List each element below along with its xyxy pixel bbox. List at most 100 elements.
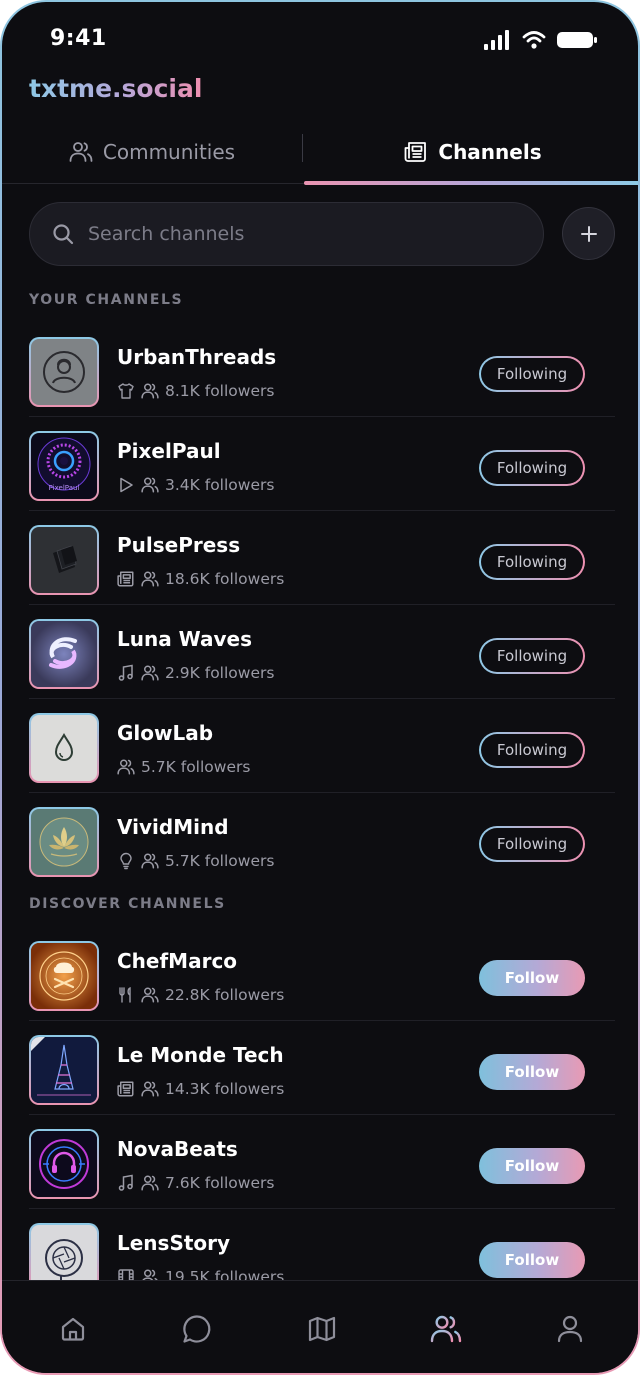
avatar (29, 337, 99, 407)
pulsepress-logo (53, 545, 77, 573)
channel-row-vividmind[interactable]: VividMind 5.7K followers Following (29, 793, 615, 887)
film-icon (117, 1268, 135, 1280)
pixelpaul-avatar-text: PixelPaul (48, 484, 80, 492)
channel-name: UrbanThreads (117, 345, 277, 369)
channel-meta: 7.6K followers (117, 1174, 274, 1192)
channel-name: PulsePress (117, 533, 241, 557)
tab-divider (302, 134, 303, 162)
following-button[interactable]: Following (479, 544, 585, 580)
nav-profile[interactable] (552, 1311, 588, 1347)
music-icon (117, 664, 135, 682)
follow-button[interactable]: Follow (479, 1148, 585, 1184)
avatar (29, 1223, 99, 1280)
following-button[interactable]: Following (479, 450, 585, 486)
channel-row-pixelpaul[interactable]: PixelPaul PixelPaul 3.4K followers Follo… (29, 417, 615, 511)
followers-count: 2.9K followers (165, 664, 275, 682)
channel-name: LensStory (117, 1231, 231, 1255)
following-button[interactable]: Following (479, 826, 585, 862)
channel-row-lensstory[interactable]: LensStory 19.5K followers Follow (29, 1209, 615, 1280)
search-bar[interactable] (29, 202, 544, 266)
tab-channels[interactable]: Channels (304, 122, 638, 182)
search-input[interactable] (88, 223, 488, 245)
nav-chat[interactable] (179, 1311, 215, 1347)
follow-button[interactable]: Follow (479, 1054, 585, 1090)
avatar (29, 1129, 99, 1199)
channel-name: Le Monde Tech (117, 1043, 284, 1067)
utensils-icon (117, 986, 135, 1004)
following-button[interactable]: Following (479, 638, 585, 674)
novabeats-logo (31, 1131, 97, 1197)
followers-count: 18.6K followers (165, 570, 285, 588)
lemondetech-logo (31, 1037, 97, 1103)
channel-row-luna-waves[interactable]: Luna Waves 2.9K followers Following (29, 605, 615, 699)
channel-meta: 2.9K followers (117, 664, 274, 682)
search-icon (53, 224, 74, 245)
channel-meta: 5.7K followers (117, 852, 274, 870)
add-channel-button[interactable] (562, 207, 615, 260)
bottom-nav (2, 1280, 638, 1373)
channel-name: Luna Waves (117, 627, 253, 651)
followers-icon (141, 1080, 159, 1098)
followers-count: 3.4K followers (165, 476, 275, 494)
home-icon (61, 1317, 85, 1341)
newspaper-icon (117, 1080, 135, 1098)
status-time: 9:41 (50, 26, 107, 51)
discover-list: DISCOVER CHANNELS ChefMarco 22.8K follow… (2, 882, 638, 1280)
channel-meta: 14.3K followers (117, 1080, 284, 1098)
channel-row-le-monde-tech[interactable]: Le Monde Tech 14.3K followers Follow (29, 1021, 615, 1115)
channel-meta: 3.4K followers (117, 476, 274, 494)
app-brand: txtme.social (29, 74, 203, 103)
tab-communities-label: Communities (102, 140, 236, 164)
nav-communities[interactable] (428, 1311, 464, 1347)
follow-button[interactable]: Follow (479, 960, 585, 996)
channel-row-urbanthreads[interactable]: UrbanThreads 8.1K followers Following (29, 323, 615, 417)
followers-count: 5.7K followers (165, 852, 275, 870)
phone-frame: 9:41 txtme.social Communities Channels S… (0, 0, 640, 1375)
channel-row-glowlab[interactable]: GlowLab 5.7K followers Following (29, 699, 615, 793)
avatar (29, 807, 99, 877)
avatar (29, 1035, 99, 1105)
channel-row-pulsepress[interactable]: PulsePress 18.6K followers Following (29, 511, 615, 605)
channel-name: ChefMarco (117, 949, 238, 973)
profile-icon (557, 1315, 583, 1343)
followers-count: 22.8K followers (165, 986, 285, 1004)
status-bar: 9:41 (2, 2, 638, 80)
followers-icon (141, 570, 159, 588)
followers-count: 14.3K followers (165, 1080, 285, 1098)
follow-button[interactable]: Follow (479, 1242, 585, 1278)
users-icon (430, 1315, 462, 1343)
channel-row-chefmarco[interactable]: ChefMarco 22.8K followers Follow (29, 927, 615, 1021)
section-your-channels: YOUR CHANNELS (29, 292, 184, 308)
tab-communities[interactable]: Communities (2, 122, 302, 182)
chefmarco-logo (31, 943, 97, 1009)
avatar (29, 713, 99, 783)
nav-home[interactable] (55, 1311, 91, 1347)
newspaper-icon (404, 142, 427, 162)
newspaper-icon (117, 570, 135, 588)
followers-count: 7.6K followers (165, 1174, 275, 1192)
following-button[interactable]: Following (479, 356, 585, 392)
lensstory-logo (45, 1239, 83, 1280)
channel-name: PixelPaul (117, 439, 221, 463)
channel-meta: 19.5K followers (117, 1268, 284, 1280)
nav-map[interactable] (304, 1311, 340, 1347)
channel-name: GlowLab (117, 721, 214, 745)
followers-count: 19.5K followers (165, 1268, 285, 1280)
avatar (29, 525, 99, 595)
followers-icon (141, 1174, 159, 1192)
followers-icon (141, 986, 159, 1004)
chat-icon (183, 1315, 211, 1343)
users-icon (69, 142, 93, 162)
channel-meta: 22.8K followers (117, 986, 284, 1004)
channel-meta: 5.7K followers (117, 758, 250, 776)
following-button[interactable]: Following (479, 732, 585, 768)
avatar (29, 619, 99, 689)
glowlab-logo (54, 732, 74, 761)
followers-icon (117, 758, 135, 776)
lightbulb-icon (117, 852, 135, 870)
channel-row-novabeats[interactable]: NovaBeats 7.6K followers Follow (29, 1115, 615, 1209)
play-icon (117, 476, 135, 494)
active-tab-indicator (304, 181, 638, 185)
channel-name: VividMind (117, 815, 229, 839)
channel-name: NovaBeats (117, 1137, 238, 1161)
